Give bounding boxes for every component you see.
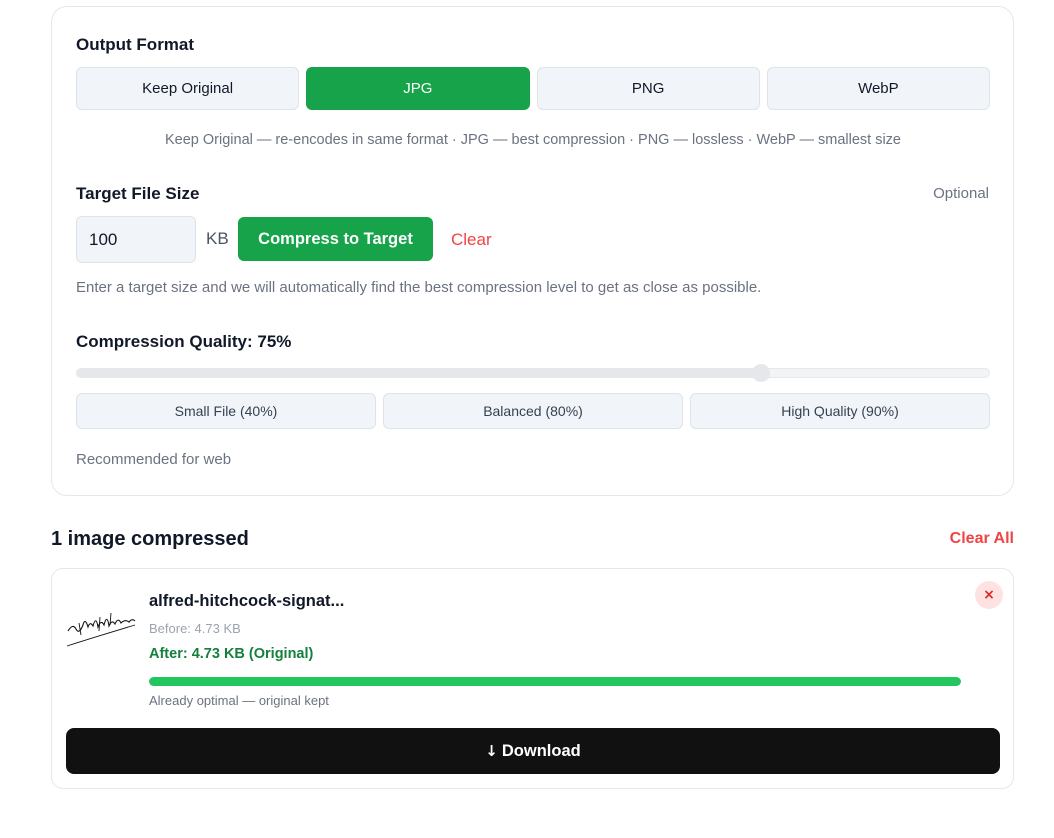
- quality-slider-fill: [77, 369, 761, 377]
- result-card: alfred-hitchcock-signat... Before: 4.73 …: [51, 568, 1014, 789]
- close-icon[interactable]: ×: [975, 581, 1003, 609]
- clear-target-button[interactable]: Clear: [451, 230, 492, 250]
- results-title: 1 image compressed: [51, 528, 249, 550]
- compression-progress-bar: [149, 677, 961, 686]
- optional-label: Optional: [933, 185, 989, 202]
- quality-slider-thumb[interactable]: [752, 364, 770, 382]
- output-format-title: Output Format: [76, 35, 195, 54]
- format-jpg-button[interactable]: JPG: [306, 67, 530, 110]
- format-hint: Keep Original — re-encodes in same forma…: [165, 132, 901, 148]
- quality-recommendation: Recommended for web: [76, 451, 232, 468]
- preset-high-quality-button[interactable]: High Quality (90%): [690, 393, 990, 429]
- compression-status: Already optimal — original kept: [149, 693, 329, 708]
- compress-to-target-button[interactable]: Compress to Target: [238, 217, 433, 261]
- target-size-input[interactable]: [76, 216, 196, 263]
- format-keep-original-button[interactable]: Keep Original: [76, 67, 300, 110]
- arrow-down-icon: ↓: [485, 742, 498, 760]
- target-size-title: Target File Size: [76, 184, 200, 203]
- compression-progress-fill: [149, 677, 961, 686]
- clear-all-button[interactable]: Clear All: [950, 530, 1014, 548]
- quality-slider[interactable]: [76, 364, 990, 382]
- preset-balanced-button[interactable]: Balanced (80%): [383, 393, 683, 429]
- format-png-button[interactable]: PNG: [536, 67, 760, 110]
- preset-small-file-button[interactable]: Small File (40%): [76, 393, 376, 429]
- quality-title: Compression Quality: 75%: [76, 332, 292, 351]
- before-size: Before: 4.73 KB: [149, 621, 241, 636]
- download-label: Download: [501, 741, 581, 760]
- target-size-hint: Enter a target size and we will automati…: [76, 279, 762, 296]
- format-webp-button[interactable]: WebP: [766, 67, 990, 110]
- signature-thumbnail: [66, 612, 136, 647]
- settings-card: Output Format Keep Original JPG PNG WebP…: [51, 6, 1014, 496]
- size-unit-label: KB: [206, 229, 229, 248]
- file-name: alfred-hitchcock-signat...: [149, 592, 345, 610]
- quality-presets: Small File (40%) Balanced (80%) High Qua…: [76, 393, 990, 429]
- format-options: Keep Original JPG PNG WebP: [76, 67, 990, 111]
- after-size: After: 4.73 KB (Original): [149, 646, 314, 662]
- download-button[interactable]: ↓ Download: [66, 728, 1000, 774]
